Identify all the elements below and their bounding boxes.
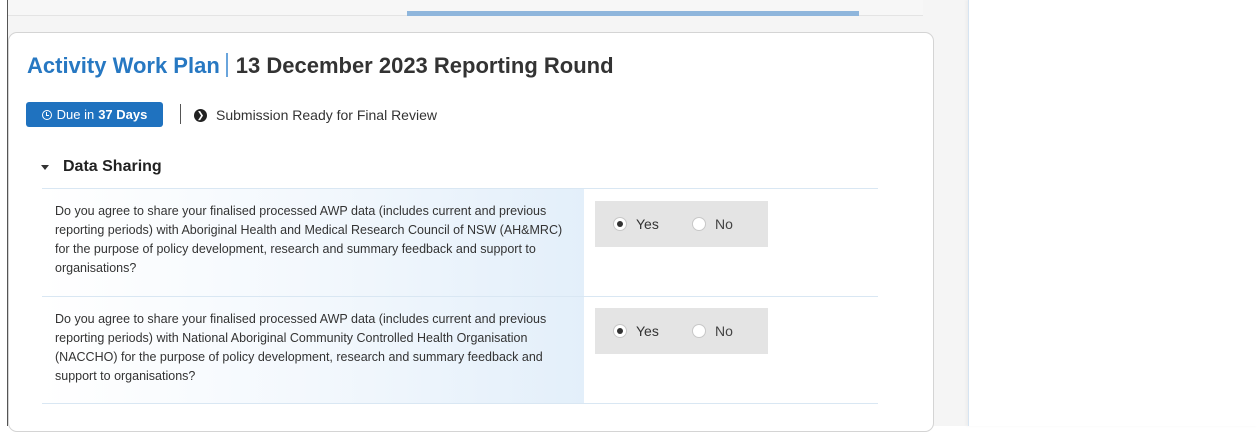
due-prefix: Due in	[56, 107, 95, 122]
radio-unchecked-icon	[692, 217, 706, 231]
status-divider	[180, 104, 181, 124]
caret-down-icon	[41, 164, 49, 170]
question-cell: Do you agree to share your finalised pro…	[42, 297, 584, 403]
radio-yes-label: Yes	[636, 216, 659, 232]
title-reporting-round: 13 December 2023 Reporting Round	[235, 53, 614, 78]
radio-no-label: No	[715, 216, 733, 232]
due-badge: Due in 37 Days	[26, 102, 163, 127]
page-title: Activity Work Plan 13 December 2023 Repor…	[27, 53, 614, 79]
status-text: Submission Ready for Final Review	[216, 107, 437, 123]
radio-unchecked-icon	[692, 324, 706, 338]
question-text-naccho: Do you agree to share your finalised pro…	[55, 312, 547, 383]
radio-yes-label: Yes	[636, 323, 659, 339]
due-days: 37 Days	[98, 107, 148, 122]
radio-checked-icon	[613, 324, 627, 338]
radio-no-label: No	[715, 323, 733, 339]
title-activity-work-plan: Activity Work Plan	[27, 53, 220, 78]
row-divider	[42, 403, 878, 404]
question-text-ahmrc: Do you agree to share your finalised pro…	[55, 204, 563, 275]
active-tab-indicator[interactable]	[407, 11, 859, 16]
section-toggle-data-sharing[interactable]: Data Sharing	[41, 158, 162, 176]
question-cell: Do you agree to share your finalised pro…	[42, 189, 584, 296]
circle-arrow-right-icon: ❯	[194, 108, 207, 122]
radio-yes-ahmrc[interactable]: Yes	[613, 201, 659, 247]
radio-group-ahmrc: Yes No	[595, 201, 768, 247]
title-separator	[225, 53, 228, 77]
radio-yes-naccho[interactable]: Yes	[613, 308, 659, 354]
radio-checked-icon	[613, 217, 627, 231]
radio-no-ahmrc[interactable]: No	[692, 201, 733, 247]
section-title: Data Sharing	[63, 158, 162, 175]
radio-group-naccho: Yes No	[595, 308, 768, 354]
submission-status: ❯ Submission Ready for Final Review	[194, 107, 437, 123]
right-side-panel	[968, 0, 1257, 426]
radio-no-naccho[interactable]: No	[692, 308, 733, 354]
clock-icon	[41, 109, 52, 120]
